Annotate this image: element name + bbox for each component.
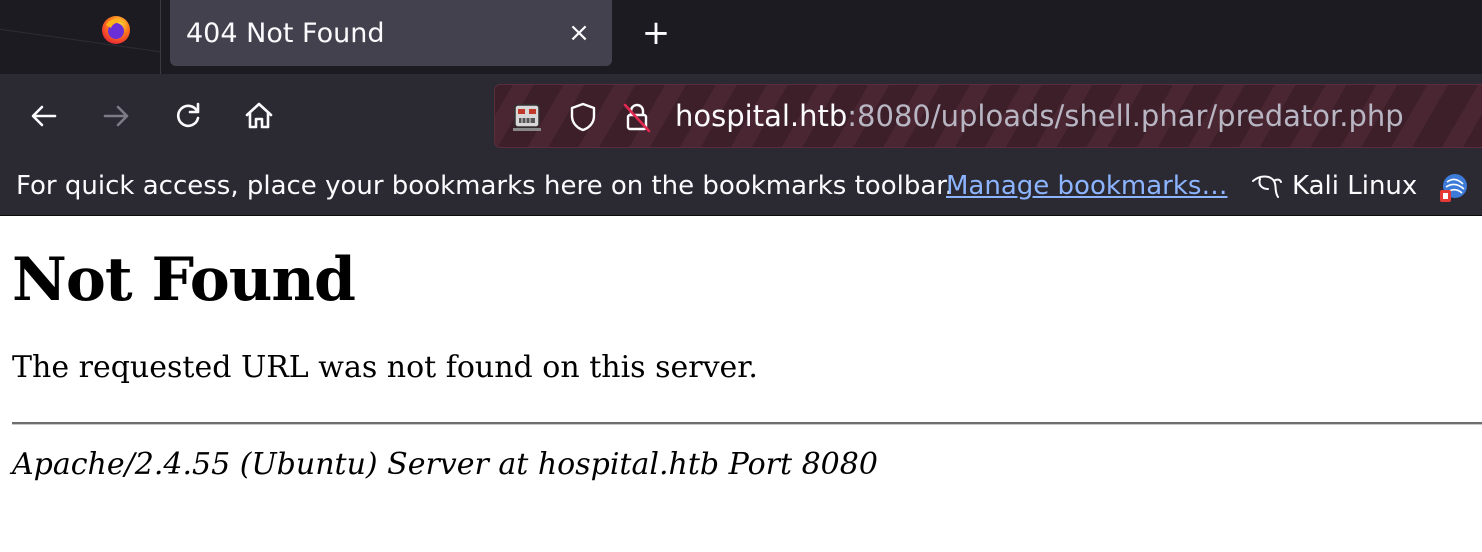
firefox-logo-icon[interactable] — [101, 15, 131, 45]
page-content: Not Found The requested URL was not foun… — [0, 216, 1482, 485]
url-path: :8080/uploads/shell.phar/predator.php — [847, 99, 1404, 133]
address-bar[interactable]: hospital.htb:8080/uploads/shell.phar/pre… — [494, 84, 1482, 148]
bookmarks-toolbar: For quick access, place your bookmarks h… — [0, 158, 1482, 216]
bookmark-kali-linux[interactable]: Kali Linux — [1292, 158, 1417, 214]
tab-active[interactable]: 404 Not Found × — [170, 0, 612, 66]
bookmark-folder-icon[interactable] — [1438, 172, 1470, 204]
forward-arrow-icon — [103, 105, 129, 127]
navigation-toolbar: hospital.htb:8080/uploads/shell.phar/pre… — [0, 74, 1482, 158]
tracking-protection-shield-icon[interactable] — [565, 99, 601, 135]
back-arrow-icon — [31, 105, 57, 127]
forward-button[interactable] — [96, 96, 136, 136]
new-tab-button[interactable]: + — [636, 14, 676, 54]
error-message: The requested URL was not found on this … — [12, 350, 758, 385]
manage-bookmarks-link[interactable]: Manage bookmarks… — [946, 158, 1227, 214]
tab-close-icon[interactable]: × — [562, 16, 596, 50]
page-heading: Not Found — [12, 245, 356, 315]
server-signature: Apache/2.4.55 (Ubuntu) Server at hospita… — [12, 447, 878, 482]
url-text[interactable]: hospital.htb:8080/uploads/shell.phar/pre… — [675, 85, 1404, 147]
bookmarks-toolbar-hint: For quick access, place your bookmarks h… — [16, 171, 953, 201]
insecure-lock-icon[interactable] — [619, 99, 655, 135]
url-host: hospital.htb — [675, 99, 848, 133]
tab-strip: 404 Not Found × + — [0, 0, 1482, 74]
tab-title: 404 Not Found — [186, 17, 385, 49]
firefox-menu-area[interactable] — [0, 0, 161, 74]
home-icon — [245, 102, 273, 129]
kali-dragon-icon — [1252, 175, 1282, 198]
reload-button[interactable] — [168, 96, 208, 136]
back-button[interactable] — [24, 96, 64, 136]
reload-icon — [177, 102, 200, 128]
home-button[interactable] — [239, 96, 279, 136]
remote-control-robot-icon[interactable] — [509, 99, 545, 135]
